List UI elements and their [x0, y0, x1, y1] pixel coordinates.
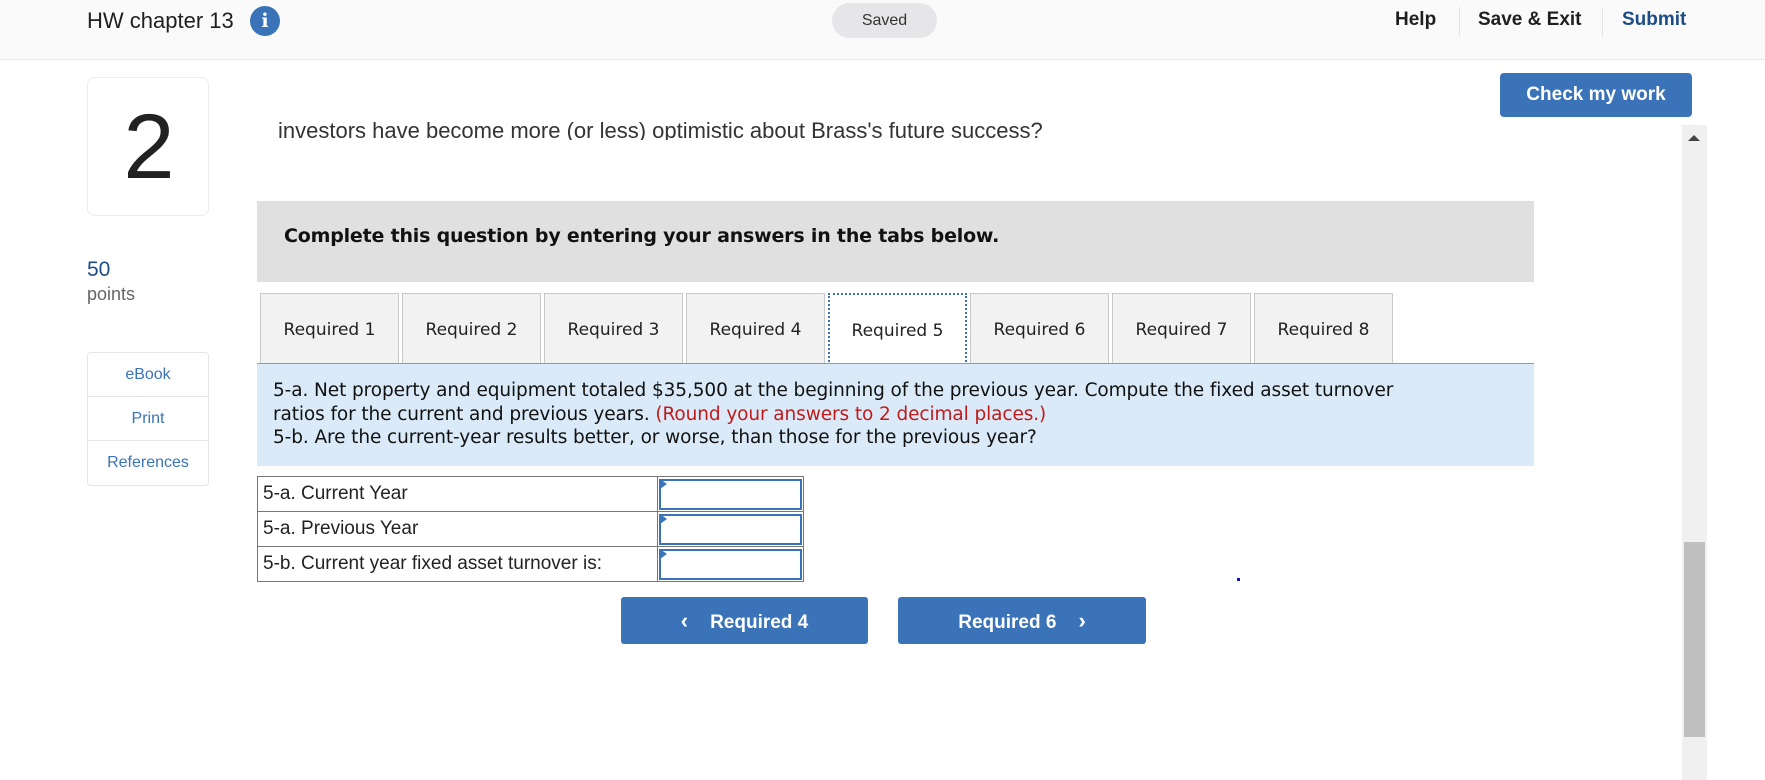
points-value: 50: [87, 258, 111, 281]
submit-link[interactable]: Submit: [1622, 8, 1686, 32]
tab-required-6[interactable]: Required 6: [970, 293, 1109, 364]
tab-required-5[interactable]: Required 5: [828, 293, 967, 366]
rounding-note: (Round your answers to 2 decimal places.…: [655, 403, 1047, 425]
row-label: 5-a. Previous Year: [257, 511, 658, 547]
info-icon[interactable]: i: [250, 6, 280, 36]
top-header: HW chapter 13 i Saved Help Save & Exit S…: [0, 0, 1765, 60]
question-number-box: 2: [87, 77, 209, 216]
tab-required-8[interactable]: Required 8: [1254, 293, 1393, 364]
next-required-button[interactable]: Required 6 ›: [898, 597, 1146, 644]
saved-status-badge: Saved: [832, 3, 937, 38]
resource-links: eBook Print References: [87, 352, 209, 486]
answer-table: 5-a. Current Year 5-a. Previous Year 5-b…: [257, 476, 804, 582]
instructions-banner: Complete this question by entering your …: [257, 201, 1534, 282]
header-divider: [1602, 7, 1603, 37]
chevron-right-icon: ›: [1078, 608, 1086, 633]
input-cell: [657, 546, 804, 582]
previous-year-input[interactable]: [659, 513, 802, 545]
references-link[interactable]: References: [88, 441, 208, 485]
instruction-line-2-text: ratios for the current and previous year…: [273, 403, 656, 425]
ebook-link[interactable]: eBook: [88, 353, 208, 397]
banner-text: Complete this question by entering your …: [284, 225, 1000, 247]
tab-required-4[interactable]: Required 4: [686, 293, 825, 364]
check-my-work-button[interactable]: Check my work: [1500, 73, 1692, 117]
input-cell: [657, 476, 804, 512]
table-row: 5-b. Current year fixed asset turnover i…: [257, 546, 804, 582]
question-number: 2: [123, 96, 175, 198]
part-instructions: 5-a. Net property and equipment totaled …: [257, 364, 1534, 466]
tab-required-2[interactable]: Required 2: [402, 293, 541, 364]
current-year-input[interactable]: [659, 478, 802, 510]
input-marker-icon: [660, 479, 667, 489]
next-button-label: Required 6: [958, 612, 1057, 633]
assignment-title: HW chapter 13: [87, 8, 234, 33]
table-row: 5-a. Previous Year: [257, 511, 804, 547]
instruction-line-1: 5-a. Net property and equipment totaled …: [273, 380, 1394, 401]
prev-required-button[interactable]: ‹ Required 4: [621, 597, 868, 644]
input-marker-icon: [660, 514, 667, 524]
required-tabs: Required 1 Required 2 Required 3 Require…: [260, 293, 1396, 366]
scrollbar-thumb[interactable]: [1684, 542, 1705, 737]
prev-button-label: Required 4: [710, 612, 809, 633]
help-link[interactable]: Help: [1395, 8, 1436, 32]
instruction-line-3: 5-b. Are the current-year results better…: [273, 427, 1037, 448]
question-text-partial: investors have become more (or less) opt…: [278, 118, 1043, 140]
points-label: points: [87, 284, 136, 304]
tab-required-1[interactable]: Required 1: [260, 293, 399, 364]
save-exit-link[interactable]: Save & Exit: [1478, 8, 1582, 32]
turnover-comparison-input[interactable]: [659, 548, 802, 580]
chevron-left-icon: ‹: [680, 608, 689, 633]
input-marker-icon: [660, 549, 667, 559]
question-text-clip: investors have become more (or less) opt…: [257, 118, 1457, 140]
row-label: 5-a. Current Year: [257, 476, 658, 512]
instruction-line-2: ratios for the current and previous year…: [273, 403, 1518, 427]
table-row: 5-a. Current Year: [257, 476, 804, 512]
header-divider: [1459, 7, 1460, 37]
vertical-scrollbar[interactable]: [1682, 125, 1707, 780]
scroll-up-arrow-icon[interactable]: [1688, 135, 1700, 141]
tab-required-7[interactable]: Required 7: [1112, 293, 1251, 364]
print-link[interactable]: Print: [88, 397, 208, 441]
stray-dot: [1237, 578, 1240, 581]
row-label: 5-b. Current year fixed asset turnover i…: [257, 546, 658, 582]
input-cell: [657, 511, 804, 547]
tab-required-3[interactable]: Required 3: [544, 293, 683, 364]
